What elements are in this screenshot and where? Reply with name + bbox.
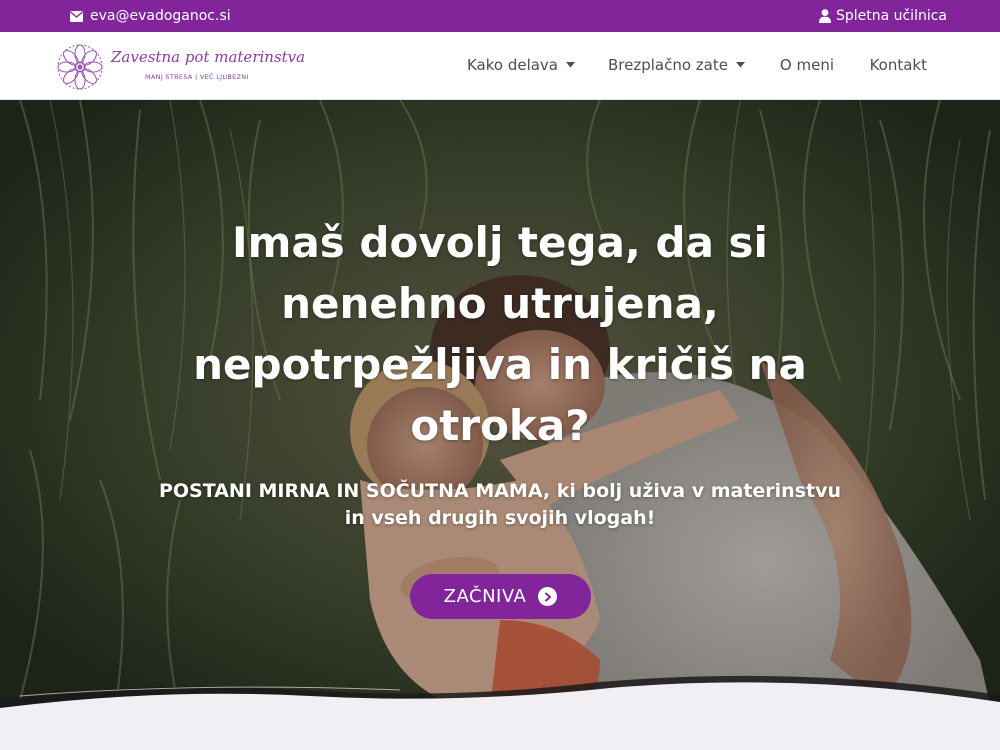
hero-subtitle: POSTANI MIRNA IN SOČUTNA MAMA, ki bolj u… [130,478,870,532]
nav-item-label: Kako delava [466,56,558,74]
nav-item-label: Kontakt [869,56,927,74]
caret-down-icon [736,62,745,68]
hero-title-line: Imaš dovolj tega, da si [232,218,768,267]
hero-subtitle-line: POSTANI MIRNA IN SOČUTNA MAMA, ki bolj u… [158,480,842,502]
logo-tagline: MANJ STRESA | VEČ LJUBEZNI [145,73,249,81]
email-link[interactable]: eva@evadoganoc.si [70,8,231,24]
nav-item-brezplacno-zate[interactable]: Brezplačno zate [608,56,745,74]
site-header: Zavestna pot materinstva MANJ STRESA | V… [0,32,1000,100]
nav-item-kako-delava[interactable]: Kako delava [467,56,575,74]
envelope-icon [70,10,83,22]
email-text: eva@evadoganoc.si [90,8,231,24]
wave-divider [0,675,1000,750]
top-bar: eva@evadoganoc.si Spletna učilnica [0,0,1000,32]
online-classroom-link[interactable]: Spletna učilnica [818,8,947,24]
hero-title-line: nenehno utrujena, [281,279,719,328]
mandala-icon [57,44,103,90]
hero-title-line: otroka? [410,401,590,450]
caret-down-icon [566,62,575,68]
site-logo[interactable]: Zavestna pot materinstva MANJ STRESA | V… [55,42,305,92]
nav-item-label: O meni [779,56,834,74]
nav-item-label: Brezplačno zate [608,56,728,74]
cta-label: ZAČNIVA [443,586,527,607]
nav-item-o-meni[interactable]: O meni [780,56,834,74]
hero-title-line: nepotrpežljiva in kričiš na [193,340,807,389]
hero-section: Imaš dovolj tega, da si nenehno utrujena… [0,100,1000,750]
arrow-circle-right-icon [538,587,558,606]
hero-title: Imaš dovolj tega, da si nenehno utrujena… [175,212,825,456]
hero-subtitle-line: in vseh drugih svojih vlogah! [344,507,656,529]
user-icon [818,9,831,23]
online-classroom-label: Spletna učilnica [835,8,947,24]
cta-button[interactable]: ZAČNIVA [410,574,591,619]
logo-text: Zavestna pot materinstva [111,48,306,66]
nav-item-kontakt[interactable]: Kontakt [870,56,927,74]
